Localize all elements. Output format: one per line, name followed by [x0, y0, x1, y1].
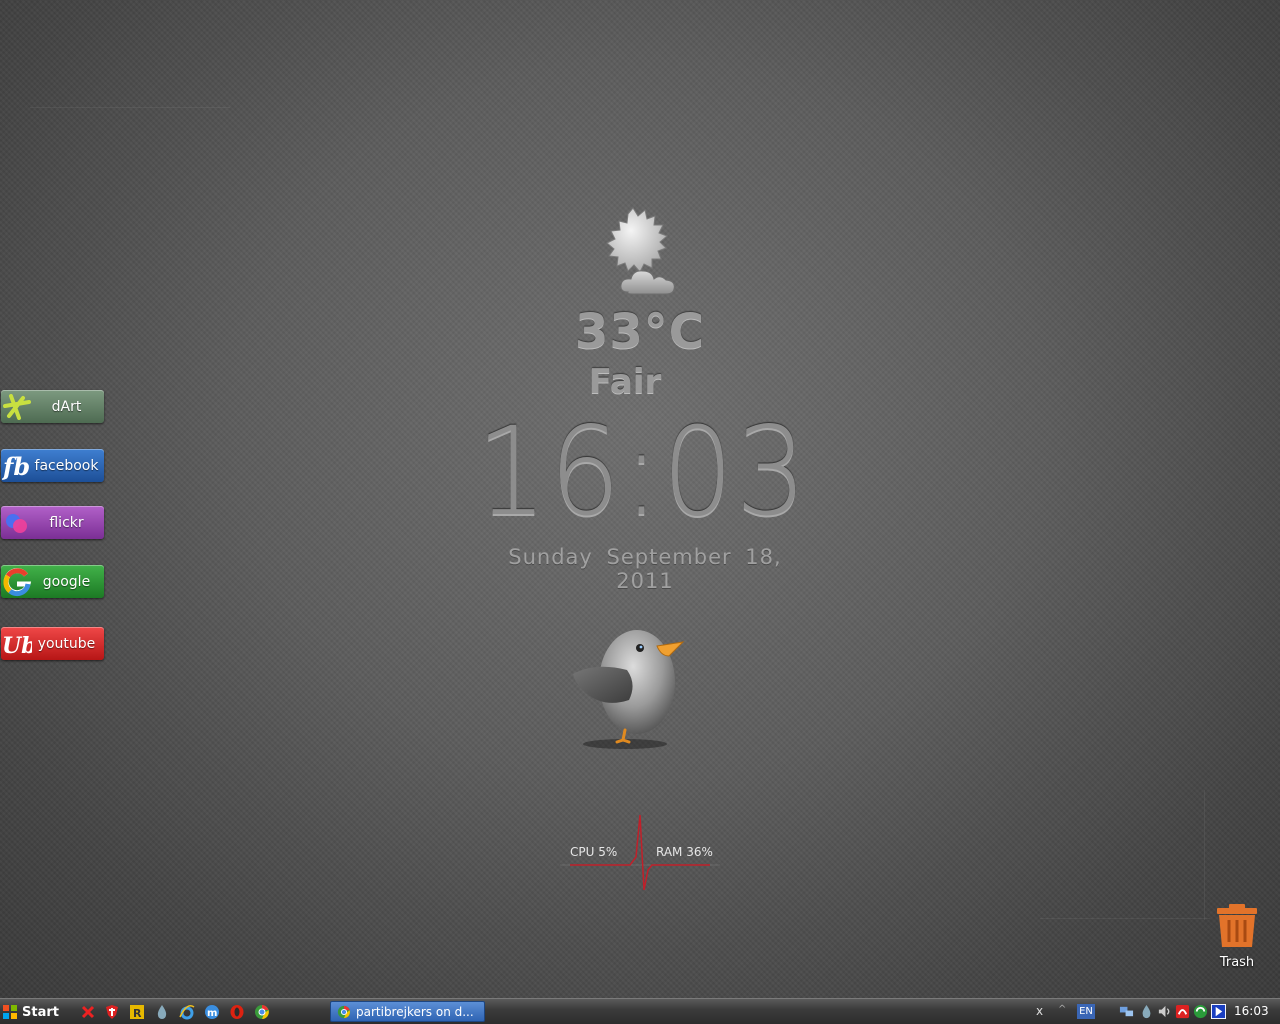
taskbar-task-chrome[interactable]: partibrejkers on d... [330, 1001, 485, 1022]
wallpaper-line [1040, 918, 1210, 919]
media-player-icon[interactable] [1211, 1004, 1226, 1019]
trash-icon [1217, 904, 1257, 947]
google-icon [1, 565, 33, 598]
youtube-icon: Ub [1, 627, 33, 660]
taskbar-clock[interactable]: 16:03 [1234, 1004, 1269, 1018]
desktop-clock-date: Sunday September 18, 2011 [480, 545, 810, 593]
volume-icon[interactable] [1157, 1004, 1172, 1019]
trash-desktop-icon[interactable]: Trash [1207, 902, 1267, 972]
svg-text:fb: fb [2, 452, 30, 481]
launcher-facebook-button[interactable]: fb facebook [1, 449, 104, 482]
clock-day: Sunday [508, 545, 593, 569]
start-label: Start [22, 1004, 59, 1020]
svg-text:m: m [207, 1008, 217, 1019]
rainmeter-icon[interactable]: R [129, 1004, 145, 1020]
internet-explorer-icon[interactable] [179, 1004, 195, 1020]
antivirus-icon[interactable] [104, 1004, 120, 1020]
cpu-usage-label: CPU 5% [570, 845, 618, 859]
water-drop-icon[interactable] [154, 1004, 170, 1020]
launcher-flickr-button[interactable]: flickr [1, 506, 104, 539]
antivirus-tray-icon[interactable] [1175, 1004, 1190, 1019]
trash-label: Trash [1219, 955, 1255, 970]
deviantart-icon [1, 390, 33, 423]
language-indicator[interactable]: EN [1077, 1004, 1095, 1019]
sun-cloud-icon [590, 206, 690, 298]
ram-usage-label: RAM 36% [656, 845, 713, 859]
close-x-icon[interactable] [80, 1004, 96, 1020]
facebook-icon: fb [1, 449, 33, 482]
bird-icon [565, 622, 690, 752]
launcher-dart-button[interactable]: dArt [1, 390, 104, 423]
flickr-icon [1, 506, 33, 539]
wallpaper-line [30, 107, 230, 108]
sync-icon[interactable] [1193, 1004, 1208, 1019]
network-icon[interactable] [1119, 1004, 1134, 1019]
opera-icon[interactable] [229, 1004, 245, 1020]
maxthon-icon[interactable]: m [204, 1004, 220, 1020]
launcher-label: facebook [34, 457, 99, 474]
wallpaper-line [1204, 790, 1205, 920]
launcher-youtube-button[interactable]: Ub youtube [1, 627, 104, 660]
launcher-label: flickr [49, 514, 84, 531]
svg-text:R: R [133, 1007, 142, 1020]
task-title: partibrejkers on d... [356, 1004, 474, 1019]
clock-full-date: September 18, 2011 [606, 545, 782, 593]
launcher-google-button[interactable]: google [1, 565, 104, 598]
launcher-label: youtube [37, 635, 96, 652]
start-button[interactable]: Start [2, 1001, 66, 1023]
water-drop-tray-icon[interactable] [1139, 1004, 1154, 1019]
chrome-icon[interactable] [254, 1004, 270, 1020]
windows-logo-icon [3, 1005, 17, 1019]
taskbar: Start R m partibrejkers on d... x ^ EN 1… [0, 998, 1280, 1024]
desktop-clock-time: 16:03 [476, 401, 809, 543]
tray-expand-button[interactable]: ^ [1058, 1004, 1066, 1015]
weather-temperature: 33°C [574, 304, 706, 360]
weather-condition: Fair [588, 362, 662, 402]
tray-close-button[interactable]: x [1036, 1004, 1043, 1018]
launcher-label: dArt [51, 398, 82, 415]
svg-text:Ub: Ub [2, 633, 32, 659]
chrome-icon [337, 1005, 351, 1018]
system-meter: CPU 5% RAM 36% [560, 810, 720, 900]
launcher-label: google [42, 573, 91, 590]
